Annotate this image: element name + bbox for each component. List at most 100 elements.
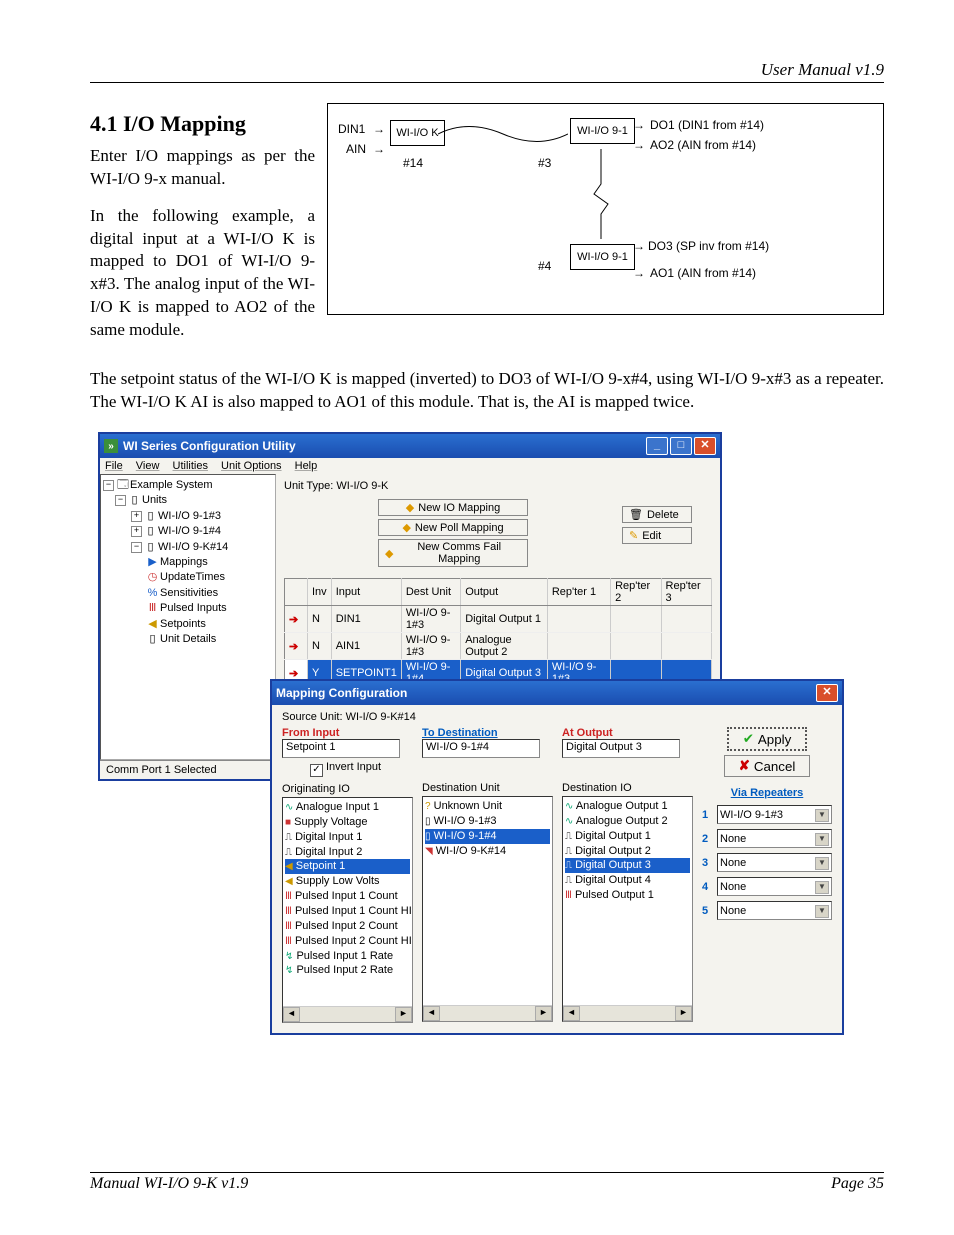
repeater-4-combo[interactable]: None — [717, 877, 832, 896]
details-icon: ▯ — [147, 632, 158, 647]
arrow-icon: → — [633, 266, 645, 280]
row-arrow-icon: ➔ — [289, 668, 298, 680]
dest-unit-list[interactable]: ? Unknown Unit ▯ WI-I/O 9-1#3 ▯ WI-I/O 9… — [422, 796, 553, 1022]
tree-root[interactable]: Example System — [130, 479, 213, 491]
diagram-n4: #4 — [538, 259, 551, 273]
arrow-icon: → — [633, 118, 645, 132]
unknown-icon: ? — [425, 801, 431, 812]
repeater-5-combo[interactable]: None — [717, 901, 832, 920]
page-header-right: User Manual v1.9 — [90, 60, 884, 83]
collapse-icon[interactable]: − — [115, 495, 126, 506]
expand-icon[interactable]: + — [131, 511, 142, 522]
diagram-ao2: AO2 (AIN from #14) — [650, 138, 756, 152]
output-field[interactable]: Digital Output 3 — [562, 739, 680, 758]
scroll-right-icon[interactable]: ► — [395, 1007, 412, 1022]
apply-button[interactable]: ✔Apply — [727, 727, 808, 751]
dialog-titlebar[interactable]: Mapping Configuration ✕ — [272, 681, 842, 705]
tree-u3[interactable]: WI-I/O 9-K#14 — [158, 541, 228, 553]
analog-icon: ∿ — [285, 802, 293, 813]
repeater-3-combo[interactable]: None — [717, 853, 832, 872]
cancel-button[interactable]: ✘Cancel — [724, 755, 811, 777]
expand-icon[interactable]: + — [131, 526, 142, 537]
repeater-2-combo[interactable]: None — [717, 829, 832, 848]
originating-io-list[interactable]: ∿ Analogue Input 1 ■ Supply Voltage ⎍ Di… — [282, 797, 413, 1023]
table-row[interactable]: ➔ NDIN1WI-I/O 9-1#3Digital Output 1 — [285, 606, 712, 633]
window-titlebar[interactable]: » WI Series Configuration Utility _ □ ✕ — [100, 434, 720, 458]
body-p3: The setpoint status of the WI-I/O K is m… — [90, 368, 884, 414]
dialog-title: Mapping Configuration — [276, 686, 407, 700]
dialog-close-button[interactable]: ✕ — [816, 684, 838, 702]
digital-icon: ⎍ — [565, 831, 572, 842]
source-unit-label: Source Unit: WI-I/O 9-K#14 — [282, 711, 832, 723]
zigzag-icon — [591, 149, 611, 239]
tree-unit-details[interactable]: Unit Details — [160, 633, 216, 645]
table-row[interactable]: ➔ NAIN1WI-I/O 9-1#3Analogue Output 2 — [285, 633, 712, 660]
tree-units[interactable]: Units — [142, 494, 167, 506]
list-scrollbar[interactable]: ◄► — [563, 1005, 692, 1021]
edit-button[interactable]: ✎Edit — [622, 527, 692, 544]
new-comms-fail-button[interactable]: ◆New Comms Fail Mapping — [378, 539, 528, 567]
new-icon: ◆ — [385, 547, 393, 560]
minimize-button[interactable]: _ — [646, 437, 668, 455]
destination-field[interactable]: WI-I/O 9-1#4 — [422, 739, 540, 758]
new-poll-mapping-button[interactable]: ◆New Poll Mapping — [378, 519, 528, 536]
col-inv[interactable]: Inv — [308, 579, 332, 606]
unit-icon: ▯ — [145, 524, 156, 539]
new-icon: ◆ — [406, 501, 414, 514]
invert-checkbox[interactable]: ✓ — [310, 764, 323, 777]
tree-sens[interactable]: Sensitivities — [160, 587, 218, 599]
unit-icon: ▯ — [145, 509, 156, 524]
menu-utilities[interactable]: Utilities — [173, 460, 208, 472]
unit-type-label: Unit Type: WI-I/O 9-K — [284, 480, 712, 492]
tree-setpoints[interactable]: Setpoints — [160, 618, 206, 630]
repeater-1-combo[interactable]: WI-I/O 9-1#3 — [717, 805, 832, 824]
list-scrollbar[interactable]: ◄► — [283, 1006, 412, 1022]
col-output[interactable]: Output — [461, 579, 548, 606]
col-input[interactable]: Input — [331, 579, 401, 606]
menu-file[interactable]: File — [105, 460, 123, 472]
diagram-ao1: AO1 (AIN from #14) — [650, 266, 756, 280]
col-r2[interactable]: Rep'ter 2 — [611, 579, 661, 606]
scroll-right-icon[interactable]: ► — [535, 1006, 552, 1021]
tree-pulsed[interactable]: Pulsed Inputs — [160, 602, 227, 614]
arrow-icon: → — [633, 239, 645, 253]
menu-unit-options[interactable]: Unit Options — [221, 460, 282, 472]
dest-io-list[interactable]: ∿ Analogue Output 1 ∿ Analogue Output 2 … — [562, 796, 693, 1022]
col-dest[interactable]: Dest Unit — [401, 579, 460, 606]
tree-u2[interactable]: WI-I/O 9-1#4 — [158, 525, 221, 537]
scroll-left-icon[interactable]: ◄ — [283, 1007, 300, 1022]
tree-update[interactable]: UpdateTimes — [160, 571, 225, 583]
from-input-field[interactable]: Setpoint 1 — [282, 739, 400, 758]
pulse-icon: Ⅲ — [285, 891, 292, 902]
pulse-icon: Ⅲ — [147, 601, 158, 616]
menu-help[interactable]: Help — [295, 460, 318, 472]
tree-mappings[interactable]: Mappings — [160, 556, 208, 568]
menu-view[interactable]: View — [136, 460, 160, 472]
pulse-icon: Ⅲ — [285, 921, 292, 932]
tree-panel[interactable]: −🗔Example System −▯Units +▯WI-I/O 9-1#3 … — [100, 474, 276, 760]
arrow-icon: ▶ — [147, 555, 158, 570]
new-io-mapping-button[interactable]: ◆New IO Mapping — [378, 499, 528, 516]
trash-icon: 🗑 — [629, 508, 643, 521]
col-r3[interactable]: Rep'ter 3 — [661, 579, 711, 606]
close-button[interactable]: ✕ — [694, 437, 716, 455]
digital-icon: ⎍ — [285, 832, 292, 843]
list-scrollbar[interactable]: ◄► — [423, 1005, 552, 1021]
new-icon: ◆ — [402, 521, 410, 534]
col-r1[interactable]: Rep'ter 1 — [547, 579, 610, 606]
unit-icon: ◥ — [425, 846, 433, 857]
delete-button[interactable]: 🗑Delete — [622, 506, 692, 523]
diagram-din1-label: DIN1 — [338, 122, 365, 136]
arrow-icon: → — [633, 138, 645, 152]
maximize-button[interactable]: □ — [670, 437, 692, 455]
collapse-icon[interactable]: − — [103, 480, 114, 491]
digital-icon: ⎍ — [565, 860, 572, 871]
unit-icon: ▯ — [425, 831, 431, 842]
lowvolt-icon: ◀ — [285, 876, 293, 887]
wire-icon — [438, 124, 568, 154]
scroll-left-icon[interactable]: ◄ — [423, 1006, 440, 1021]
scroll-right-icon[interactable]: ► — [675, 1006, 692, 1021]
tree-u1[interactable]: WI-I/O 9-1#3 — [158, 510, 221, 522]
collapse-icon[interactable]: − — [131, 542, 142, 553]
scroll-left-icon[interactable]: ◄ — [563, 1006, 580, 1021]
